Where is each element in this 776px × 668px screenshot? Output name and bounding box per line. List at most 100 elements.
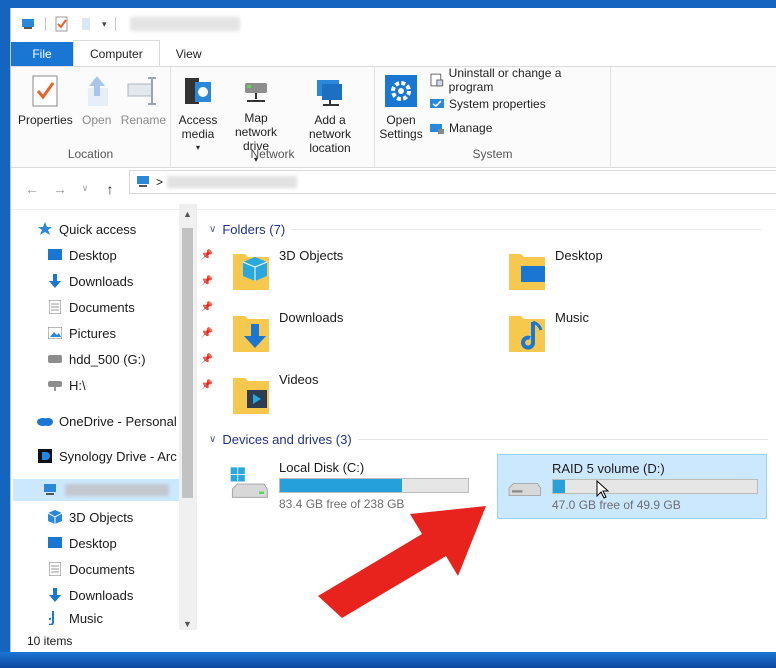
sidebar-item-this-pc[interactable] [13,479,179,501]
section-divider [291,229,762,230]
sidebar-item-label: hdd_500 (G:) [69,351,146,367]
new-folder-quick-icon[interactable] [78,16,94,32]
scroll-thumb[interactable] [182,228,193,498]
drive-usage-fill [553,480,566,493]
folder-desktop-icon [509,254,545,290]
devices-header-label: Devices and drives (3) [222,432,352,447]
rename-label: Rename [120,113,167,127]
sidebar-item-label: Downloads [69,587,134,603]
navpane-scrollbar[interactable]: ▲ ▼ [179,204,196,636]
recent-locations-icon[interactable]: ∨ [81,183,89,194]
sidebar-item-label: Pictures [69,325,116,341]
uninstall-program-button[interactable]: Uninstall or change a program [429,66,606,94]
download-arrow-icon [47,273,63,289]
this-pc-icon [22,19,34,29]
hard-drive-icon [508,483,541,496]
drive-name: Local Disk (C:) [279,460,365,475]
this-pc-name-blurred [65,484,169,496]
system-group-label: System [472,147,513,161]
system-properties-label: System properties [449,96,546,111]
folder-3d-objects[interactable]: 3D Objects [231,248,343,292]
address-separator[interactable]: > [156,175,163,189]
star-icon [37,221,53,237]
window-title-blurred [129,17,240,31]
documents-icon [47,561,63,577]
properties-label: Properties [18,113,73,127]
sidebar-item-label: H:\ [69,377,86,393]
sidebar-item-label: Desktop [69,535,117,551]
pictures-icon [47,325,63,341]
folder-music-icon [509,316,545,352]
folder-desktop[interactable]: Desktop [507,248,603,292]
network-group-label: Network [250,147,295,161]
tab-file[interactable]: File [11,42,73,66]
location-group: Properties Open Rename Location [11,67,171,167]
properties-quick-icon[interactable] [54,16,70,32]
desktop-icon [47,247,63,263]
ribbon: Properties Open Rename Location Access m… [11,66,776,168]
drive-usage-bar [552,479,758,494]
sidebar-item-label: Quick access [59,221,137,237]
tab-view[interactable]: View [160,42,218,66]
system-properties-icon [430,98,444,108]
open-settings-label: Open Settings [379,113,423,141]
network-group: Access media ▾ Map network drive ▾ Add a n… [171,67,375,167]
address-path-blurred [167,176,298,188]
music-note-icon [47,610,63,626]
customize-quick-access-icon[interactable]: ▾ [102,19,107,30]
cube-icon [47,509,63,525]
devices-section-header[interactable]: ∨ Devices and drives (3) [209,432,768,447]
sidebar-item-label: Documents [69,299,135,315]
back-arrow-icon[interactable]: ← [25,181,39,197]
section-divider [357,439,768,440]
sidebar-item-label: Synology Drive - Arc [59,448,177,464]
folder-label: Music [555,310,589,325]
folder-label: Desktop [555,248,603,263]
manage-button[interactable]: Manage [429,119,606,136]
title-bar: ▾ [11,8,776,40]
title-separator [45,17,46,31]
folder-videos[interactable]: Videos [231,372,319,416]
sidebar-item-label: Downloads [69,273,134,289]
uninstall-program-icon [430,73,444,86]
scroll-up-icon[interactable]: ▲ [179,206,196,222]
access-media-icon [185,78,211,104]
folder-downloads[interactable]: Downloads [231,310,343,354]
desktop-icon [47,535,63,551]
tab-computer[interactable]: Computer [73,40,160,66]
mouse-cursor-icon [596,480,610,499]
drive-usage-fill [280,479,403,492]
folders-section-header[interactable]: ∨ Folders (7) [209,222,762,237]
network-drive-icon [47,377,63,393]
open-icon [87,76,108,106]
settings-gear-icon [385,75,417,107]
desktop-taskbar-edge [0,652,776,668]
synology-drive-icon [37,448,53,464]
open-label: Open [82,113,112,127]
navigation-pane: Quick access Desktop 📌 Downloads 📌 Docum… [11,204,213,636]
sidebar-item-label: 3D Objects [69,509,134,525]
folder-downloads-icon [233,316,269,352]
drive-d[interactable]: RAID 5 volume (D:) 47.0 GB free of 49.9 … [497,454,767,519]
this-pc-icon [43,482,59,498]
forward-arrow-icon[interactable]: → [53,181,67,197]
sidebar-item-label: Music [69,610,103,626]
collapse-chevron-icon[interactable]: ∨ [209,434,216,445]
location-group-label: Location [67,147,114,161]
download-arrow-icon [47,587,63,603]
folder-music[interactable]: Music [507,310,589,354]
system-properties-button[interactable]: System properties [429,95,606,112]
cloud-icon [37,413,53,429]
folder-videos-icon [233,378,269,414]
folders-header-label: Folders (7) [222,222,286,237]
address-bar[interactable]: > [129,170,776,194]
collapse-chevron-icon[interactable]: ∨ [209,224,216,235]
system-group: Open Settings Uninstall or change a prog… [375,66,611,167]
up-arrow-icon[interactable]: ↑ [103,181,117,197]
red-pointer-arrow-icon [318,506,486,618]
folder-label: Videos [279,372,319,387]
rename-icon [127,77,157,105]
drive-usage-bar [279,478,469,493]
this-pc-address-icon [137,176,149,187]
folder-label: 3D Objects [279,248,344,263]
